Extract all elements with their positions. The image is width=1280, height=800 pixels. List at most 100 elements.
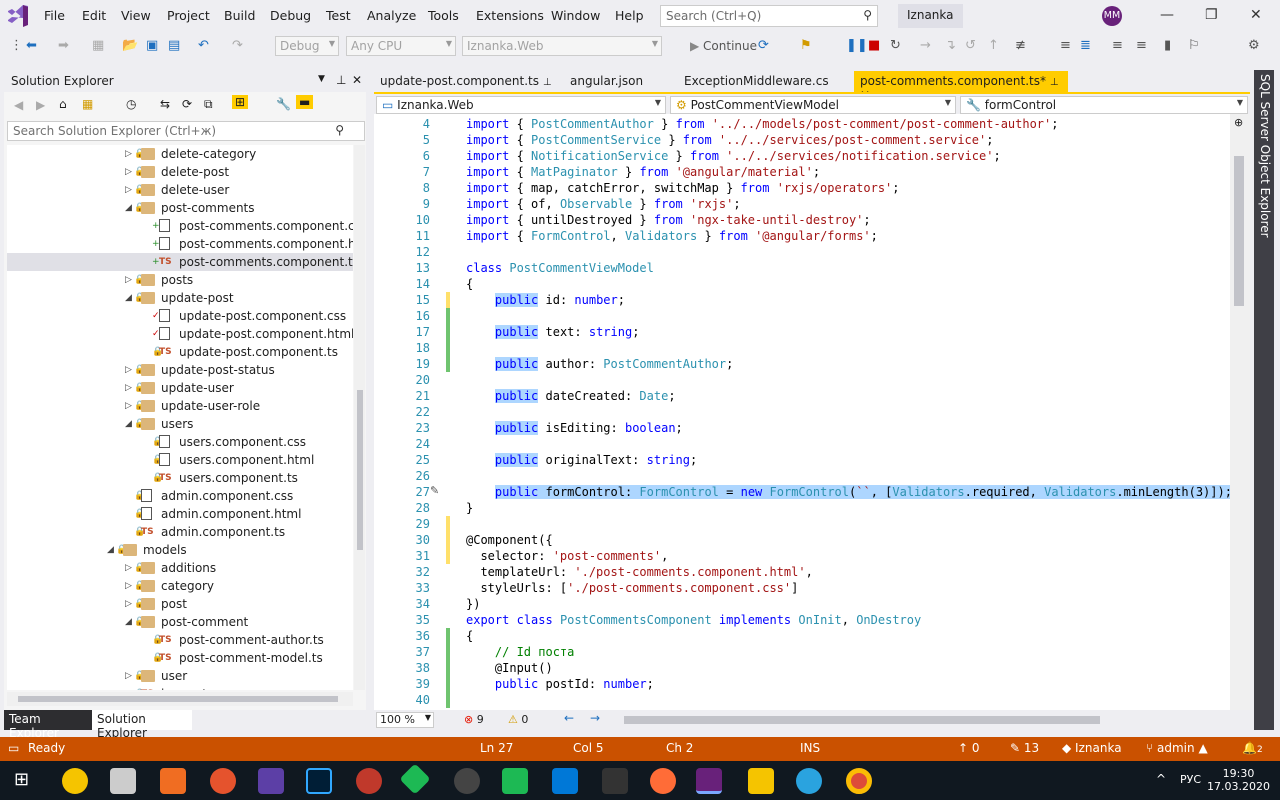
code-line[interactable]: import { MatPaginator } from '@angular/m… [466,164,820,180]
live-share-icon[interactable]: ⚙ [1248,38,1260,53]
expanded-arrow-icon[interactable]: ◢ [125,415,132,433]
platform-select[interactable]: Any CPU ▼ [346,36,456,56]
photoshop-icon[interactable] [306,768,332,794]
collapsed-arrow-icon[interactable]: ▷ [125,397,132,415]
code-line[interactable]: templateUrl: './post-comments.component.… [466,564,812,580]
visual-studio-installer-icon[interactable] [258,768,284,794]
previous-issue-icon[interactable]: ← [564,711,574,725]
code-line[interactable]: export class PostCommentsComponent imple… [466,612,921,628]
split-icon[interactable]: ⊕ [1234,116,1243,129]
visual-studio-logo-icon[interactable] [6,5,30,27]
telegram-icon[interactable] [796,768,822,794]
code-line[interactable]: public postId: number; [466,676,654,692]
navigate-back-icon[interactable]: ⬅ [26,38,37,53]
code-line[interactable]: public formControl: FormControl = new Fo… [466,484,1230,500]
tree-item[interactable]: 🔒TSimage.ts [7,685,353,690]
menu-project[interactable]: Project [167,8,210,23]
obs-icon[interactable] [454,768,480,794]
next-issue-icon[interactable]: → [590,711,600,725]
sync-icon[interactable]: ⇆ [160,97,170,111]
tree-item[interactable]: + post-comments.component.css [7,217,353,235]
pause-icon[interactable]: ❚❚ [846,38,868,53]
pin-icon[interactable]: ⊥ [543,77,552,88]
code-line[interactable]: import { NotificationService } from '../… [466,148,1001,164]
qt-icon[interactable] [502,768,528,794]
code-line[interactable]: import { untilDestroyed } from 'ngx-take… [466,212,871,228]
menu-window[interactable]: Window [551,8,600,23]
repository-indicator[interactable]: ◆ Iznanka [1062,741,1122,755]
chrome-icon[interactable] [846,768,872,794]
orange-app-icon[interactable] [160,768,186,794]
switch-views-icon[interactable]: ▦ [82,97,93,111]
tree-item[interactable]: ◢ 🔒 models [7,541,353,559]
menu-analyze[interactable]: Analyze [367,8,416,23]
code-line[interactable]: selector: 'post-comments', [466,548,668,564]
close-icon[interactable]: ✕ [1250,7,1262,23]
next-bookmark-icon[interactable]: ⚐ [1188,38,1200,53]
tree-item[interactable]: +post-comments.component.html [7,235,353,253]
bookmark-icon[interactable]: ▮ [1164,38,1171,53]
tab-angular-json[interactable]: angular.json [564,71,649,92]
tree-item[interactable]: 🔒 TS post-comment-model.ts [7,649,353,667]
code-line[interactable]: import { of, Observable } from 'rxjs'; [466,196,741,212]
tree-item[interactable]: ◢ 🔒 post-comment [7,613,353,631]
indent-icon[interactable]: ≡ [1112,38,1123,53]
tree-item[interactable]: ▷ 🔒 delete-post [7,163,353,181]
visual-studio-taskbar-icon[interactable] [696,768,722,794]
expanded-arrow-icon[interactable]: ◢ [125,613,132,631]
expanded-arrow-icon[interactable]: ◢ [107,541,114,559]
green-diamond-app-icon[interactable] [399,763,431,795]
code-line[interactable]: { [466,628,473,644]
startup-project-select[interactable]: Iznanka.Web ▼ [462,36,662,56]
tree-vertical-thumb[interactable] [357,390,363,550]
tree-item[interactable]: 🔒 TS users.component.ts [7,469,353,487]
tree-item[interactable]: ◢ 🔒 users [7,415,353,433]
notifications-indicator[interactable]: 🔔2 [1242,741,1263,755]
comment-icon[interactable]: ≡ [1060,38,1071,53]
tray-chevron-icon[interactable]: ^ [1156,772,1166,786]
collapsed-arrow-icon[interactable]: ▷ [125,577,132,595]
collapsed-arrow-icon[interactable]: ▷ [125,163,132,181]
warnings-indicator[interactable]: ⚠ 0 [508,713,528,726]
menu-help[interactable]: Help [615,8,644,23]
code-line[interactable]: }) [466,596,480,612]
show-all-files-icon[interactable]: ⊞ [232,95,249,109]
tree-item[interactable]: 🔒 users.component.css [7,433,353,451]
minimize-icon[interactable]: — [1160,7,1174,23]
tree-item[interactable]: ▷ 🔒 update-post-status [7,361,353,379]
tree-item[interactable]: 🔒 admin.component.css [7,487,353,505]
menu-view[interactable]: View [121,8,151,23]
tree-item[interactable]: 🔒 TS post-comment-author.ts [7,631,353,649]
tab-solution-explorer[interactable]: Solution Explorer [92,710,192,740]
monitor-app-icon[interactable] [110,768,136,794]
adobe-reader-icon[interactable] [356,768,382,794]
open-file-icon[interactable]: 📂 [122,38,138,53]
stop-icon[interactable]: ■ [868,38,880,53]
class-dropdown[interactable]: ⚙ PostCommentViewModel ▼ [670,96,956,114]
menu-extensions[interactable]: Extensions [476,8,544,23]
branch-indicator[interactable]: ⑂ admin ▲ [1146,741,1208,755]
step-out-icon[interactable]: ↺ [965,38,976,53]
refresh-icon[interactable]: ⟳ [758,38,769,53]
step-into-icon[interactable]: → [920,38,931,53]
menu-debug[interactable]: Debug [270,8,311,23]
refresh-icon[interactable]: ⟳ [182,97,192,111]
collapsed-arrow-icon[interactable]: ▷ [125,361,132,379]
code-line[interactable]: class PostCommentViewModel [466,260,654,276]
tree-item[interactable]: 🔒 TS update-post.component.ts [7,343,353,361]
code-line[interactable]: @Component({ [466,532,553,548]
restart-icon[interactable]: ↻ [890,38,901,53]
postman-icon[interactable] [650,768,676,794]
tree-item[interactable]: + TS post-comments.component.ts [7,253,353,271]
code-line[interactable]: public text: string; [466,324,639,340]
tree-item[interactable]: ✓ update-post.component.html [7,325,353,343]
tree-item[interactable]: ◢ 🔒 post-comments [7,199,353,217]
unity-icon[interactable] [602,768,628,794]
code-line[interactable]: public dateCreated: Date; [466,388,676,404]
ccleaner-icon[interactable] [210,768,236,794]
solution-search-input[interactable]: Search Solution Explorer (Ctrl+ж) ⚲ [7,121,365,141]
tree-item[interactable]: ▷ 🔒 additions [7,559,353,577]
tree-item[interactable]: ▷ 🔒 post [7,595,353,613]
redo-icon[interactable]: ↷ [232,38,243,53]
uncomment-icon[interactable]: ≣ [1080,38,1091,53]
